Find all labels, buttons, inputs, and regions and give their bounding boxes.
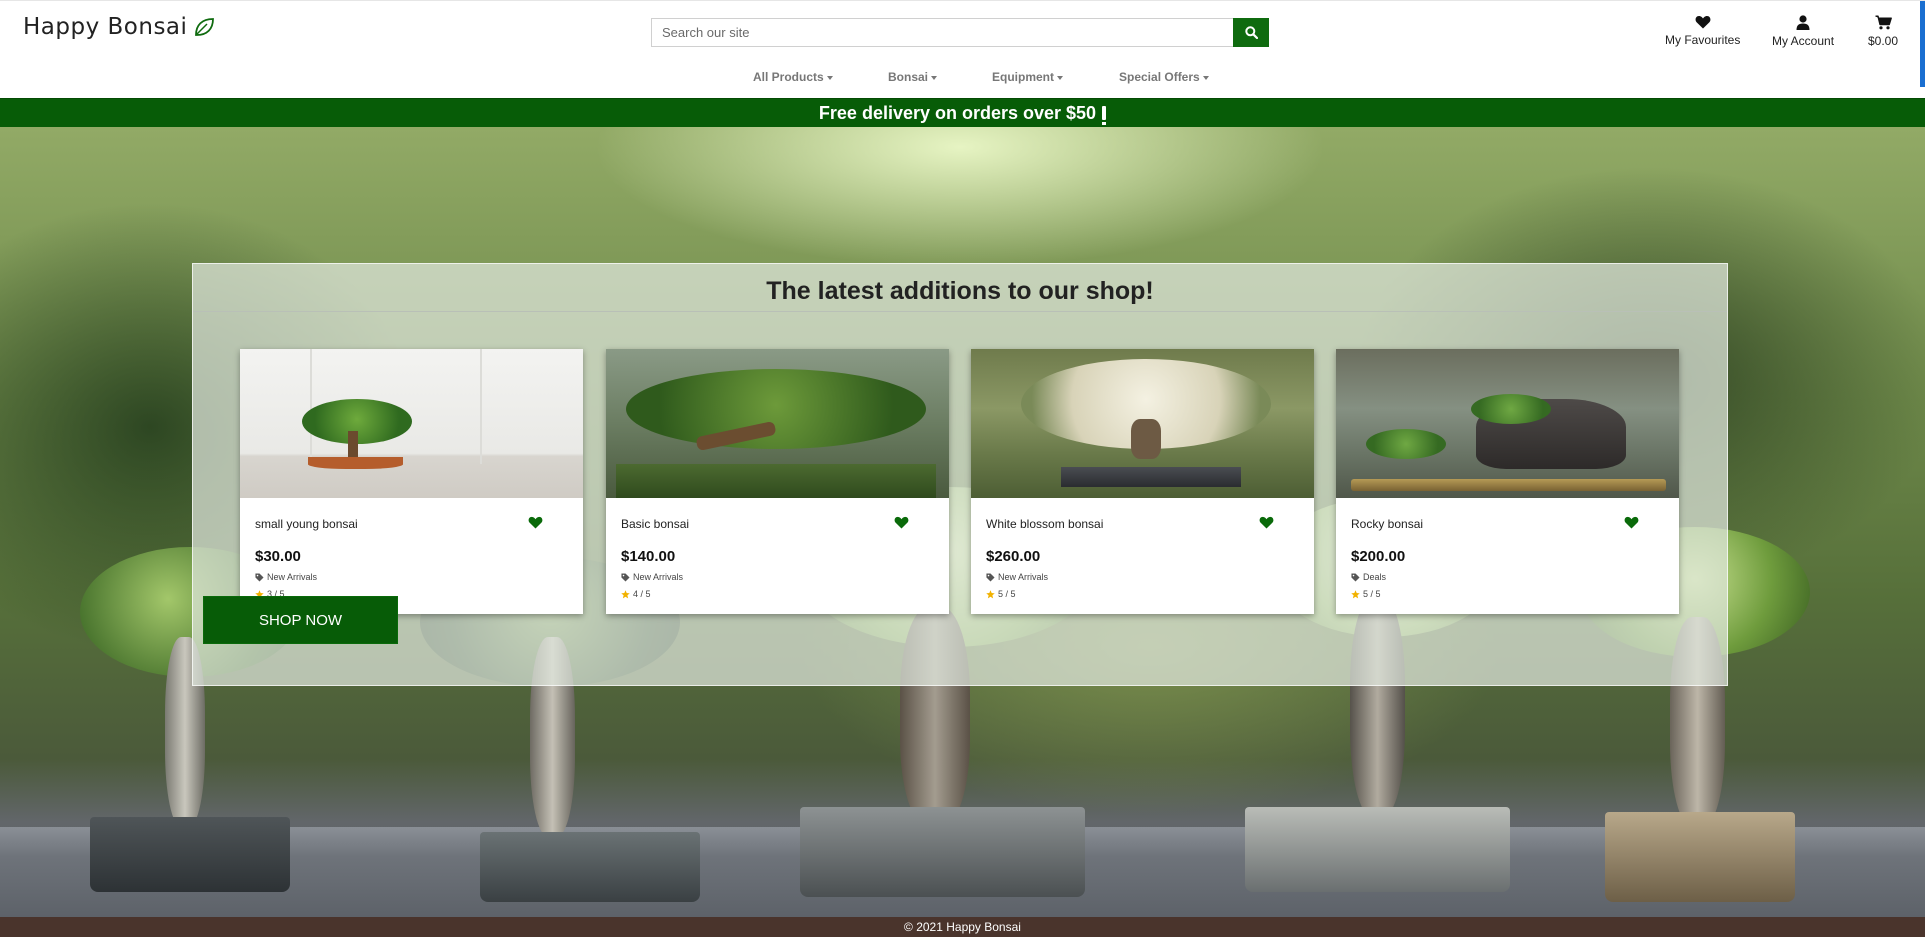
scrollbar[interactable] bbox=[1920, 1, 1925, 87]
latest-additions-panel: The latest additions to our shop! small … bbox=[192, 263, 1728, 686]
product-card[interactable]: small young bonsai $30.00 New Arrivals 3… bbox=[240, 349, 583, 614]
product-price: $140.00 bbox=[621, 548, 676, 565]
product-price: $260.00 bbox=[986, 548, 1041, 565]
add-to-favourites-button[interactable] bbox=[528, 516, 543, 534]
caret-down-icon bbox=[1202, 75, 1209, 80]
caret-down-icon bbox=[826, 75, 833, 80]
search-input[interactable] bbox=[651, 18, 1233, 47]
product-rating: 4 / 5 bbox=[621, 589, 651, 599]
product-category-label: New Arrivals bbox=[267, 572, 318, 582]
heart-icon bbox=[1624, 516, 1639, 529]
tag-icon bbox=[255, 572, 264, 582]
copyright-text: © 2021 Happy Bonsai bbox=[904, 920, 1021, 934]
product-image[interactable] bbox=[1336, 349, 1679, 498]
product-rating-label: 4 / 5 bbox=[633, 589, 651, 599]
my-account-label: My Account bbox=[1772, 34, 1835, 48]
search-button[interactable] bbox=[1233, 18, 1269, 47]
product-category-label: Deals bbox=[1363, 572, 1387, 582]
product-name[interactable]: White blossom bonsai bbox=[986, 517, 1103, 531]
product-rating-label: 5 / 5 bbox=[998, 589, 1016, 599]
product-category[interactable]: New Arrivals bbox=[621, 572, 683, 582]
hero-section: The latest additions to our shop! small … bbox=[0, 127, 1925, 917]
product-price: $200.00 bbox=[1351, 548, 1406, 565]
site-header: Happy Bonsai My Favourites My Account bbox=[0, 0, 1925, 98]
product-card[interactable]: White blossom bonsai $260.00 New Arrival… bbox=[971, 349, 1314, 614]
leaf-icon bbox=[193, 16, 215, 38]
nav-all-products[interactable]: All Products bbox=[753, 70, 833, 84]
search-icon bbox=[1244, 26, 1258, 39]
product-image[interactable] bbox=[240, 349, 583, 498]
product-name[interactable]: Rocky bonsai bbox=[1351, 517, 1423, 531]
nav-equipment-label: Equipment bbox=[992, 70, 1054, 84]
tag-icon bbox=[621, 572, 630, 582]
heart-icon bbox=[1259, 516, 1274, 529]
user-icon bbox=[1796, 15, 1810, 30]
product-card[interactable]: Basic bonsai $140.00 New Arrivals 4 / 5 bbox=[606, 349, 949, 614]
caret-down-icon bbox=[1057, 75, 1063, 80]
logo[interactable]: Happy Bonsai bbox=[23, 14, 215, 40]
nav-bonsai-label: Bonsai bbox=[888, 70, 929, 84]
star-icon bbox=[1351, 589, 1360, 598]
heart-icon bbox=[1695, 16, 1711, 29]
product-card[interactable]: Rocky bonsai $200.00 Deals 5 / 5 bbox=[1336, 349, 1679, 614]
divider bbox=[193, 311, 1727, 312]
nav-special-offers-label: Special Offers bbox=[1119, 70, 1200, 84]
add-to-favourites-button[interactable] bbox=[1259, 516, 1274, 534]
search-form bbox=[651, 18, 1269, 47]
nav-special-offers[interactable]: Special Offers bbox=[1119, 70, 1209, 84]
shop-now-button[interactable]: SHOP NOW bbox=[203, 596, 398, 644]
product-category[interactable]: Deals bbox=[1351, 572, 1386, 582]
star-icon bbox=[986, 589, 995, 598]
nav-bonsai[interactable]: Bonsai bbox=[888, 70, 938, 84]
heart-icon bbox=[528, 516, 543, 529]
caret-down-icon bbox=[931, 75, 938, 80]
nav-equipment[interactable]: Equipment bbox=[992, 70, 1063, 84]
site-footer: © 2021 Happy Bonsai bbox=[0, 917, 1925, 937]
product-name[interactable]: small young bonsai bbox=[255, 517, 358, 531]
product-rating: 5 / 5 bbox=[1351, 589, 1381, 599]
delivery-banner: Free delivery on orders over $50 bbox=[0, 98, 1925, 127]
delivery-banner-text: Free delivery on orders over $50 bbox=[818, 102, 1097, 123]
my-account-link[interactable]: My Account bbox=[1772, 15, 1834, 48]
brand-name[interactable]: Happy Bonsai bbox=[23, 14, 187, 40]
product-category[interactable]: New Arrivals bbox=[255, 572, 317, 582]
product-category-label: New Arrivals bbox=[998, 572, 1049, 582]
nav-all-products-label: All Products bbox=[753, 70, 824, 84]
product-rating: 5 / 5 bbox=[986, 589, 1016, 599]
star-icon bbox=[621, 589, 630, 598]
product-price: $30.00 bbox=[255, 548, 301, 565]
cart-icon bbox=[1875, 15, 1892, 30]
tag-icon bbox=[1351, 572, 1360, 582]
heart-icon bbox=[894, 516, 909, 529]
my-favourites-link[interactable]: My Favourites bbox=[1665, 15, 1740, 47]
product-name[interactable]: Basic bonsai bbox=[621, 517, 689, 531]
add-to-favourites-button[interactable] bbox=[894, 516, 909, 534]
cart-link[interactable]: $0.00 bbox=[1868, 15, 1898, 48]
exclamation-icon bbox=[1102, 106, 1107, 125]
main-nav: All Products Bonsai Equipment Special Of… bbox=[0, 70, 1925, 90]
latest-additions-title: The latest additions to our shop! bbox=[766, 277, 1154, 305]
add-to-favourites-button[interactable] bbox=[1624, 516, 1639, 534]
product-category[interactable]: New Arrivals bbox=[986, 572, 1048, 582]
product-rating-label: 5 / 5 bbox=[1363, 589, 1381, 599]
cart-total: $0.00 bbox=[1868, 34, 1899, 48]
my-favourites-label: My Favourites bbox=[1665, 33, 1741, 47]
product-category-label: New Arrivals bbox=[633, 572, 684, 582]
product-image[interactable] bbox=[971, 349, 1314, 498]
product-image[interactable] bbox=[606, 349, 949, 498]
tag-icon bbox=[986, 572, 995, 582]
